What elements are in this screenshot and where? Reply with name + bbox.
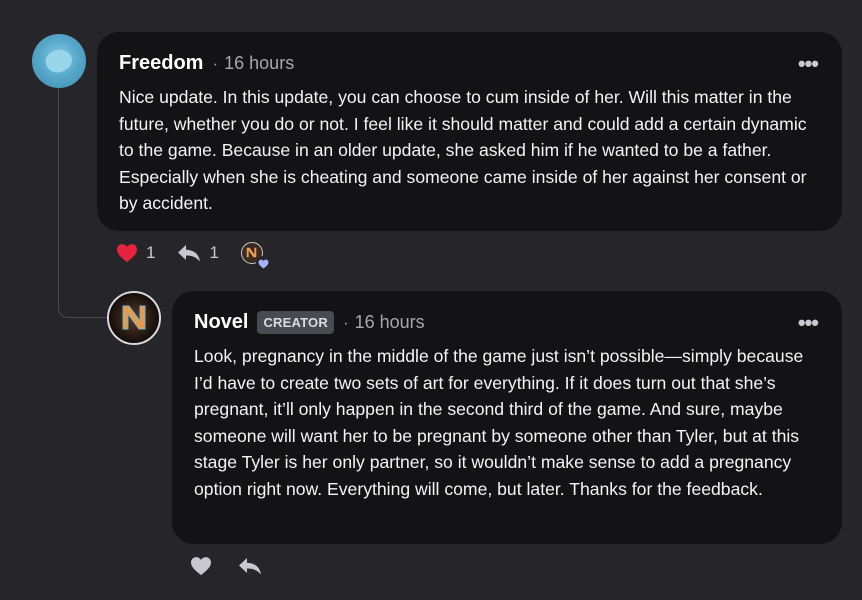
more-icon: ••• — [797, 310, 819, 335]
comment-actions-novel — [190, 556, 262, 581]
header-separator: · — [342, 312, 349, 332]
avatar-novel[interactable] — [107, 291, 161, 345]
comment-header: Freedom · 16 hours — [119, 52, 294, 75]
heart-icon — [117, 244, 137, 263]
creator-heart-icon — [258, 259, 269, 269]
creator-liked-indicator — [240, 242, 271, 271]
comment-author[interactable]: Novel — [194, 311, 248, 334]
creator-badge: CREATOR — [257, 311, 334, 334]
comment-timestamp[interactable]: 16 hours — [224, 53, 294, 74]
reply-icon — [178, 245, 201, 262]
more-options-button[interactable]: ••• — [797, 310, 819, 336]
header-separator: · — [212, 53, 219, 73]
comment-author[interactable]: Freedom — [119, 52, 203, 75]
like-button[interactable] — [190, 556, 212, 581]
avatar-blob-shape — [43, 46, 75, 76]
comment-card-novel: Novel CREATOR · 16 hours ••• Look, pregn… — [172, 291, 842, 544]
like-count: 1 — [146, 243, 156, 262]
reply-button[interactable]: 1 — [177, 243, 219, 263]
reply-count: 1 — [209, 243, 219, 262]
more-icon: ••• — [797, 51, 819, 76]
reply-icon — [239, 558, 261, 575]
reply-button[interactable] — [238, 556, 262, 581]
novel-logo — [109, 293, 159, 343]
comment-body: Look, pregnancy in the middle of the gam… — [194, 346, 804, 499]
comment-actions-freedom: 1 1 — [116, 242, 271, 271]
comment-header: Novel CREATOR · 16 hours — [194, 311, 425, 334]
creator-heart-badge — [255, 256, 271, 271]
like-button[interactable]: 1 — [116, 243, 155, 263]
heart-icon — [191, 557, 211, 576]
avatar-freedom[interactable] — [32, 34, 86, 88]
comment-body: Nice update. In this update, you can cho… — [119, 87, 807, 213]
more-options-button[interactable]: ••• — [797, 51, 819, 77]
comment-timestamp[interactable]: 16 hours — [355, 312, 425, 333]
comment-card-freedom: Freedom · 16 hours ••• Nice update. In t… — [97, 32, 842, 231]
